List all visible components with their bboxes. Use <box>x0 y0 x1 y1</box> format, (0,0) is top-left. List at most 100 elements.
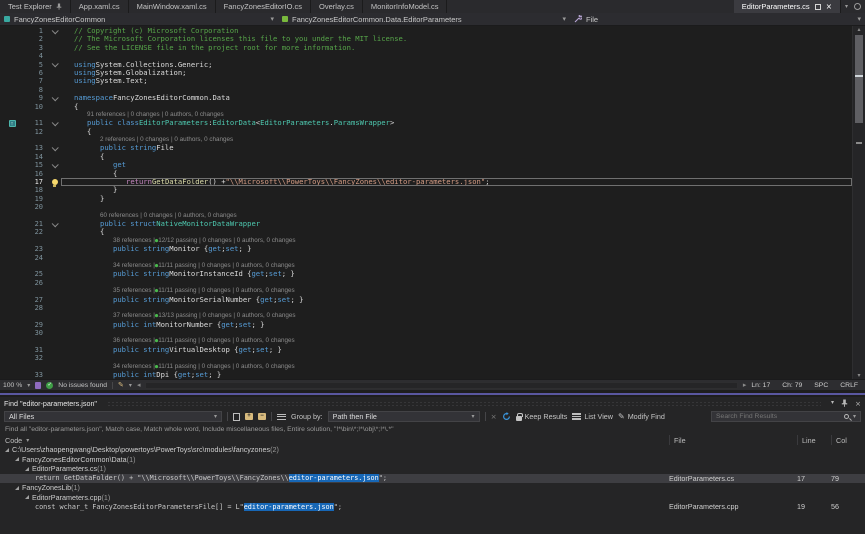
cleanup-chevron-icon[interactable]: ▾ <box>129 382 132 389</box>
project-dropdown[interactable]: FancyZonesEditorCommon ▾ <box>0 13 278 25</box>
code-line-21[interactable]: 21public struct NativeMonitorDataWrapper <box>0 220 852 228</box>
search-find-results-input[interactable] <box>716 413 840 420</box>
code-line-29[interactable]: 29public int MonitorNumber { get; set; } <box>0 321 852 329</box>
tab-monitorinfomodel-cs[interactable]: MonitorInfoModel.cs <box>363 0 448 13</box>
zoom-level[interactable]: 100 % <box>3 382 22 389</box>
copy-results-icon[interactable] <box>233 413 240 421</box>
code-line-23[interactable]: 23public string Monitor { get; set; } <box>0 245 852 253</box>
type-dropdown[interactable]: FancyZonesEditorCommon.Data.EditorParame… <box>278 13 570 25</box>
code-line-3[interactable]: 3// See the LICENSE file in the project … <box>0 44 852 52</box>
expanded-triangle-icon[interactable] <box>15 486 19 490</box>
fold-chevron-icon[interactable] <box>48 121 61 126</box>
code-line-13[interactable]: 13public string File <box>0 144 852 152</box>
find-results-titlebar[interactable]: Find "editor-parameters.json" ▾ × <box>0 397 865 409</box>
result-group-row[interactable]: FancyZonesEditorCommon\Data (1) <box>0 455 865 465</box>
result-match-row[interactable]: return GetDataFolder() + "\\Microsoft\\P… <box>0 474 865 484</box>
tab-mainwindow-xaml-cs[interactable]: MainWindow.xaml.cs <box>129 0 216 13</box>
tab-list-chevron-icon[interactable]: ▾ <box>845 3 848 10</box>
refresh-icon[interactable] <box>502 412 511 421</box>
code-cleanup-icon[interactable]: ✎ <box>118 381 124 389</box>
fold-chevron-icon[interactable] <box>48 146 61 151</box>
code-line-20[interactable]: 20 <box>0 203 852 211</box>
code-line-27[interactable]: 27public string MonitorSerialNumber { ge… <box>0 296 852 304</box>
editor-vertical-scrollbar[interactable]: ▴ ▾ <box>852 26 865 379</box>
line-column-header[interactable]: Line <box>797 435 831 445</box>
code-editor[interactable]: 1// Copyright (c) Microsoft Corporation2… <box>0 26 865 379</box>
code-line-14[interactable]: 14{ <box>0 153 852 161</box>
code-line-30[interactable]: 30 <box>0 329 852 337</box>
result-match-row[interactable]: const wchar_t FancyZonesEditorParameters… <box>0 502 865 512</box>
result-group-row[interactable]: EditorParameters.cs (1) <box>0 464 865 474</box>
chevron-down-icon[interactable] <box>52 27 59 34</box>
close-panel-icon[interactable]: × <box>855 399 861 408</box>
chevron-down-icon[interactable] <box>52 161 59 168</box>
scroll-left-icon[interactable]: ◂ <box>137 381 141 389</box>
document-health-icon[interactable] <box>35 382 41 389</box>
code-column-header[interactable]: Code ▾ <box>0 436 669 445</box>
search-find-results-box[interactable]: ▾ <box>711 411 861 422</box>
result-group-row[interactable]: C:\Users\zhaopengwang\Desktop\powertoys\… <box>0 445 865 455</box>
expanded-triangle-icon[interactable] <box>25 495 29 499</box>
tab-fancyzoneseditorio-cs[interactable]: FancyZonesEditorIO.cs <box>216 0 311 13</box>
tab-app-xaml-cs[interactable]: App.xaml.cs <box>71 0 129 13</box>
code-line-10[interactable]: 10{ <box>0 103 852 111</box>
chevron-down-icon[interactable] <box>52 61 59 68</box>
code-line-24[interactable]: 24 <box>0 254 852 262</box>
expanded-triangle-icon[interactable] <box>15 457 19 461</box>
scroll-up-icon[interactable]: ▴ <box>853 26 865 33</box>
fold-chevron-icon[interactable] <box>48 163 61 168</box>
list-view-button[interactable]: List View <box>572 412 613 421</box>
tab-editorparameters-cs[interactable]: EditorParameters.cs × <box>734 0 841 13</box>
member-dropdown[interactable]: File ▾ <box>570 13 865 25</box>
collapse-all-icon[interactable]: − <box>258 413 266 420</box>
expand-all-icon[interactable]: + <box>245 413 253 420</box>
code-line-25[interactable]: 25public string MonitorInstanceId { get;… <box>0 270 852 278</box>
chevron-down-icon[interactable] <box>52 119 59 126</box>
expanded-triangle-icon[interactable] <box>25 467 29 471</box>
pin-icon[interactable] <box>841 399 848 407</box>
code-line-15[interactable]: 15get <box>0 161 852 169</box>
chevron-down-icon[interactable] <box>52 220 59 227</box>
line-indicator[interactable]: Ln: 17 <box>751 382 770 389</box>
code-line-12[interactable]: 12{ <box>0 128 852 136</box>
code-line-26[interactable]: 26 <box>0 279 852 287</box>
code-line-9[interactable]: 9namespace FancyZonesEditorCommon.Data <box>0 94 852 102</box>
expanded-triangle-icon[interactable] <box>5 448 9 452</box>
code-line-32[interactable]: 32 <box>0 354 852 362</box>
spaces-indicator[interactable]: SPC <box>814 382 828 389</box>
scope-select[interactable]: All Files ▾ <box>4 411 222 422</box>
fold-chevron-icon[interactable] <box>48 29 61 34</box>
code-line-18[interactable]: 18} <box>0 186 852 194</box>
chevron-down-icon[interactable] <box>52 144 59 151</box>
horizontal-scrollbar[interactable] <box>145 382 737 389</box>
code-line-17[interactable]: 17return GetDataFolder() + "\\Microsoft\… <box>0 178 852 186</box>
reference-indicator-icon[interactable]: ↑ <box>9 120 16 127</box>
fold-chevron-icon[interactable] <box>48 222 61 227</box>
modify-find-button[interactable]: ✎ Modify Find <box>618 412 665 421</box>
lightbulb-icon[interactable] <box>48 179 61 185</box>
code-line-28[interactable]: 28 <box>0 304 852 312</box>
keep-results-button[interactable]: Keep Results <box>516 412 568 421</box>
col-column-header[interactable]: Col <box>831 435 865 445</box>
filter-settings-icon[interactable] <box>277 412 286 421</box>
window-position-chevron-icon[interactable]: ▾ <box>831 399 834 408</box>
result-group-row[interactable]: FancyZonesLib (1) <box>0 483 865 493</box>
code-line-11[interactable]: ↑11public class EditorParameters : Edito… <box>0 119 852 127</box>
chevron-down-icon[interactable] <box>52 94 59 101</box>
fold-chevron-icon[interactable] <box>48 96 61 101</box>
code-line-22[interactable]: 22{ <box>0 228 852 236</box>
column-indicator[interactable]: Ch: 79 <box>782 382 802 389</box>
close-tab-icon[interactable]: × <box>826 2 832 11</box>
zoom-chevron-icon[interactable]: ▾ <box>27 382 30 389</box>
code-line-31[interactable]: 31public string VirtualDesktop { get; se… <box>0 346 852 354</box>
scroll-right-icon[interactable]: ▸ <box>743 381 747 389</box>
code-line-19[interactable]: 19} <box>0 195 852 203</box>
code-line-7[interactable]: 7using System.Text; <box>0 77 852 85</box>
scrollbar-thumb[interactable] <box>855 35 863 123</box>
code-line-33[interactable]: 33public int Dpi { get; set; } <box>0 371 852 379</box>
issues-status[interactable]: No issues found <box>58 382 107 389</box>
group-by-select[interactable]: Path then File ▾ <box>328 411 480 422</box>
tab-test-explorer[interactable]: Test Explorer <box>0 0 71 13</box>
result-group-row[interactable]: EditorParameters.cpp (1) <box>0 493 865 503</box>
scroll-down-icon[interactable]: ▾ <box>853 372 865 379</box>
